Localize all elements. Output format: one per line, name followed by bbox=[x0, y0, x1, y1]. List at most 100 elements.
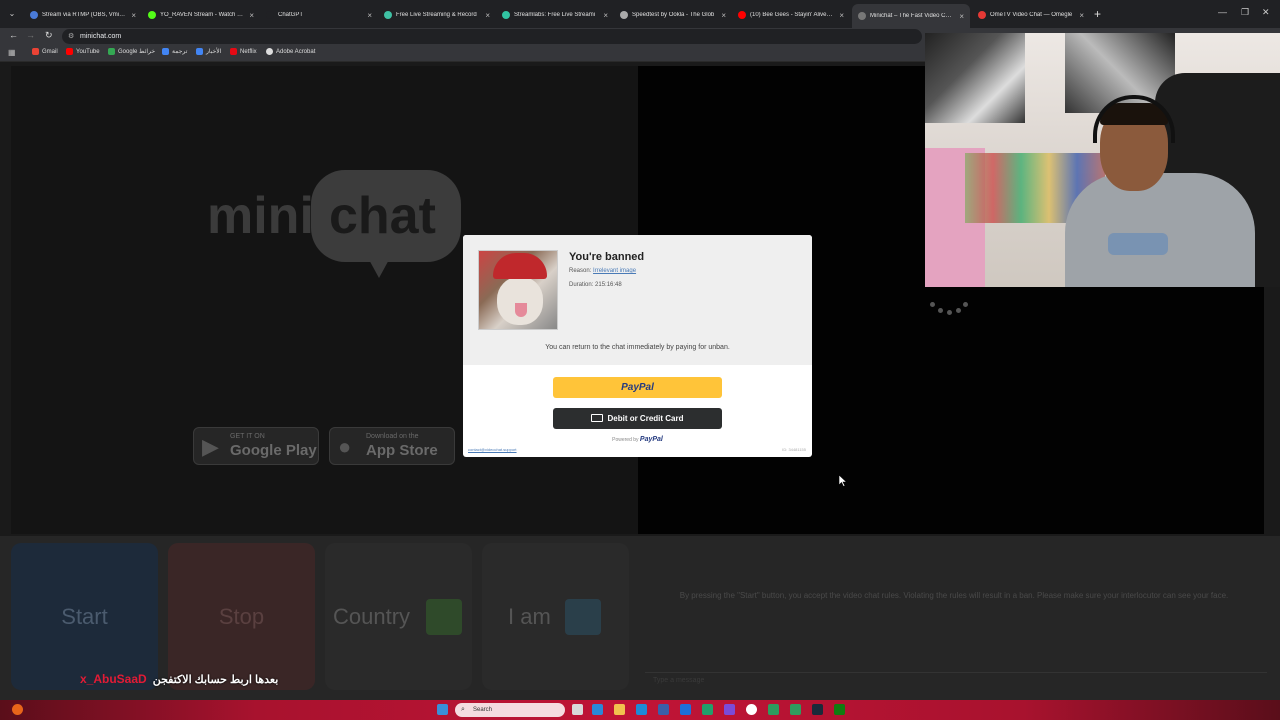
taskbar-search[interactable]: ⌕ Search bbox=[455, 703, 565, 717]
webcam-poster bbox=[925, 33, 1025, 123]
close-icon[interactable]: × bbox=[839, 11, 844, 20]
close-icon[interactable]: × bbox=[249, 11, 254, 20]
url-text: minichat.com bbox=[80, 33, 122, 40]
tab-label: ChatGPT bbox=[278, 12, 304, 18]
store-name: Google Play bbox=[230, 442, 317, 459]
edge-browser-icon[interactable] bbox=[636, 704, 647, 715]
tab-favicon bbox=[620, 11, 628, 19]
chrome-icon[interactable] bbox=[746, 704, 757, 715]
bookmark-gmail[interactable]: Gmail bbox=[32, 48, 58, 55]
steam-icon[interactable] bbox=[812, 704, 823, 715]
tab-favicon bbox=[738, 11, 746, 19]
ban-reason-image bbox=[478, 250, 558, 330]
bookmark-netflix[interactable]: Netflix bbox=[230, 48, 257, 55]
close-window-icon[interactable]: ✕ bbox=[1262, 7, 1270, 18]
country-button[interactable]: Country bbox=[325, 543, 472, 690]
stop-button[interactable]: Stop bbox=[168, 543, 315, 690]
store-icon[interactable] bbox=[658, 704, 669, 715]
new-tab-button[interactable]: + bbox=[1094, 7, 1101, 21]
tab-streaming[interactable]: Free Live Streaming & Record × bbox=[378, 6, 496, 24]
close-icon[interactable]: × bbox=[485, 11, 490, 20]
country-label: Country bbox=[333, 604, 411, 629]
minimize-icon[interactable]: — bbox=[1218, 7, 1227, 17]
file-explorer-icon[interactable] bbox=[614, 704, 625, 715]
news-icon bbox=[196, 48, 203, 55]
gender-button[interactable]: I am bbox=[482, 543, 629, 690]
tab-chatgpt[interactable]: ChatGPT × bbox=[260, 6, 378, 24]
tab-streamlabs[interactable]: Streamlabs: Free Live Streami × bbox=[496, 6, 614, 24]
tab-favicon bbox=[502, 11, 510, 19]
tab-label: Speedtest by Ookla - The Glob bbox=[632, 12, 715, 18]
windows-start-icon[interactable] bbox=[437, 704, 448, 715]
paypal-button[interactable]: PayPal bbox=[553, 377, 722, 398]
close-icon[interactable]: × bbox=[959, 12, 964, 21]
app-icon-2[interactable] bbox=[790, 704, 801, 715]
reason-link[interactable]: Irrelevant image bbox=[593, 268, 636, 274]
close-icon[interactable]: × bbox=[131, 11, 136, 20]
card-pay-button[interactable]: Debit or Credit Card bbox=[553, 408, 722, 429]
tab-label: Free Live Streaming & Record bbox=[396, 12, 477, 18]
app-icon[interactable] bbox=[702, 704, 713, 715]
tab-label: (10) Bee Gees - Stayin' Alive (O bbox=[750, 12, 834, 18]
ban-reason: Reason: Irrelevant image bbox=[569, 268, 636, 274]
tab-favicon bbox=[266, 11, 274, 19]
back-icon[interactable]: ← bbox=[9, 30, 18, 40]
bookmark-youtube[interactable]: YouTube bbox=[66, 48, 100, 55]
country-flag-icon bbox=[426, 599, 462, 635]
discord-icon[interactable] bbox=[724, 704, 735, 715]
bookmark-label: Netflix bbox=[240, 48, 257, 55]
apps-grid-icon[interactable]: ▦ bbox=[8, 49, 16, 57]
store-name: App Store bbox=[366, 442, 438, 459]
xbox-icon[interactable] bbox=[834, 704, 845, 715]
bookmark-maps[interactable]: Google خرائط bbox=[108, 48, 155, 55]
windows-taskbar: ⌕ Search bbox=[0, 700, 1280, 720]
forward-icon[interactable]: → bbox=[26, 30, 35, 40]
google-play-button[interactable]: ▶ GET IT ON Google Play bbox=[193, 427, 319, 465]
browser-tab-strip: ⌄ Stream via RTMP (OBS, Vmix, Z × YO_RAV… bbox=[0, 0, 1280, 28]
stream-caption: x_AbuSaaD بعدها اربط حسابك الاكتفجن bbox=[80, 670, 278, 688]
loading-spinner-icon bbox=[930, 296, 970, 316]
logo-chat: chat bbox=[329, 187, 436, 245]
close-icon[interactable]: × bbox=[603, 11, 608, 20]
streamer-webcam bbox=[925, 33, 1280, 287]
start-button[interactable]: Start bbox=[11, 543, 158, 690]
chat-message-input[interactable]: Type a message bbox=[645, 672, 1267, 690]
app-store-button[interactable]: ● Download on the App Store bbox=[329, 427, 455, 465]
tab-ometv[interactable]: OmeTV Video Chat — Omegle × bbox=[972, 6, 1090, 24]
task-view-icon[interactable] bbox=[572, 704, 583, 715]
restore-icon[interactable]: ❐ bbox=[1241, 7, 1249, 18]
ban-title: You're banned bbox=[569, 251, 645, 263]
tab-minichat[interactable]: Minichat – The Fast Video Chat × bbox=[852, 4, 970, 28]
weather-icon[interactable] bbox=[12, 704, 23, 715]
duration-label: Duration: bbox=[569, 282, 594, 288]
close-icon[interactable]: × bbox=[367, 11, 372, 20]
mail-icon[interactable] bbox=[680, 704, 691, 715]
support-email-link[interactable]: contact@videochat.support bbox=[468, 447, 517, 452]
edge-icon[interactable] bbox=[592, 704, 603, 715]
tab-search-icon[interactable]: ⌄ bbox=[6, 8, 18, 20]
tab-rtmp[interactable]: Stream via RTMP (OBS, Vmix, Z × bbox=[24, 6, 142, 24]
youtube-icon bbox=[66, 48, 73, 55]
tab-favicon bbox=[384, 11, 392, 19]
close-icon[interactable]: × bbox=[721, 11, 726, 20]
bookmark-label: Gmail bbox=[42, 48, 58, 55]
tab-favicon bbox=[30, 11, 38, 19]
bookmark-label: الأخبار bbox=[206, 49, 222, 55]
reload-icon[interactable]: ↻ bbox=[45, 30, 53, 41]
bookmark-acrobat[interactable]: Adobe Acrobat bbox=[266, 48, 315, 55]
screen: ⌄ Stream via RTMP (OBS, Vmix, Z × YO_RAV… bbox=[0, 0, 1280, 720]
bookmark-label: ترجمة bbox=[172, 49, 188, 55]
bookmark-translate[interactable]: ترجمة bbox=[162, 48, 187, 55]
tab-label: YO_RAVEN Stream - Watch Liv bbox=[160, 12, 244, 18]
webcam-person-hoodie bbox=[1065, 173, 1255, 287]
address-bar[interactable]: ⚙ minichat.com bbox=[62, 29, 922, 44]
tab-youtube[interactable]: (10) Bee Gees - Stayin' Alive (O × bbox=[732, 6, 850, 24]
tab-kick[interactable]: YO_RAVEN Stream - Watch Liv × bbox=[142, 6, 260, 24]
bookmark-news[interactable]: الأخبار bbox=[196, 48, 221, 55]
site-info-icon[interactable]: ⚙ bbox=[68, 29, 74, 44]
paypal-logo: PayPal bbox=[639, 436, 663, 443]
close-icon[interactable]: × bbox=[1079, 11, 1084, 20]
spotify-icon[interactable] bbox=[768, 704, 779, 715]
powered-label: Powered by bbox=[612, 437, 639, 443]
tab-speedtest[interactable]: Speedtest by Ookla - The Glob × bbox=[614, 6, 732, 24]
